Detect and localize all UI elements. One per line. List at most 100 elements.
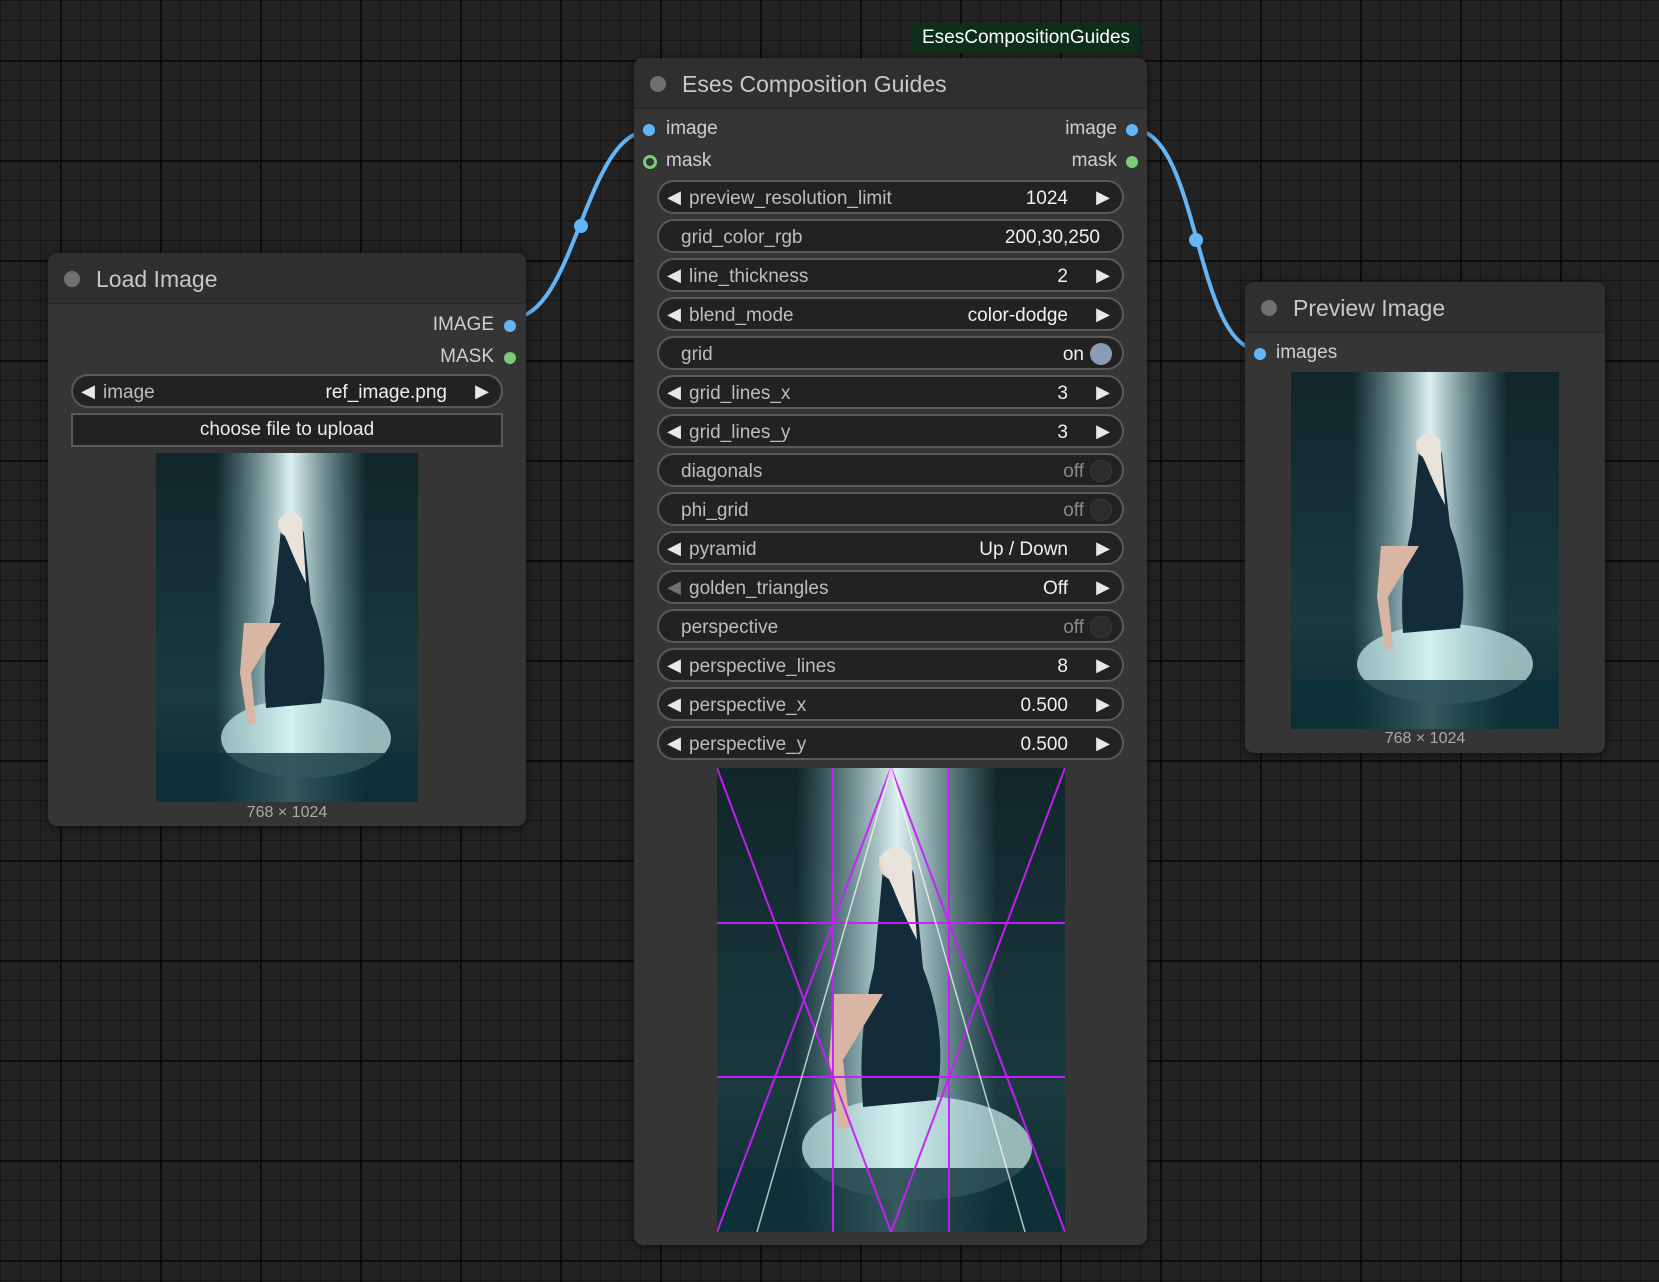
next-arrow-icon[interactable]: ▶ <box>469 376 495 406</box>
widget-value: 3 <box>1057 422 1068 443</box>
output-label: image <box>1065 118 1117 139</box>
widget-golden-triangles[interactable]: ◀ golden_triangles Off ▶ <box>657 570 1124 604</box>
widget-value: color-dodge <box>967 305 1068 326</box>
preview-image-node[interactable]: Preview Image images 768 × 1024 <box>1245 282 1605 753</box>
output-slot-mask[interactable]: MASK <box>326 346 526 370</box>
widget-grid-lines-y[interactable]: ◀ grid_lines_y 3 ▶ <box>657 414 1124 448</box>
widget-label: perspective_lines <box>689 656 836 677</box>
widget-blend-mode[interactable]: ◀ blend_mode color-dodge ▶ <box>657 297 1124 331</box>
input-label: mask <box>666 150 712 171</box>
widget-grid-lines-x[interactable]: ◀ grid_lines_x 3 ▶ <box>657 375 1124 409</box>
widget-value: off <box>1063 500 1084 521</box>
widget-diagonals-toggle[interactable]: diagonals off <box>657 453 1124 487</box>
input-dot-icon[interactable] <box>643 124 655 136</box>
increment-arrow-icon[interactable]: ▶ <box>1090 182 1116 212</box>
widget-label: phi_grid <box>681 500 749 521</box>
image-dimensions: 768 × 1024 <box>246 804 328 821</box>
composition-guides-header[interactable]: Eses Composition Guides <box>634 58 1147 109</box>
link-midpoint-right[interactable] <box>1189 233 1203 247</box>
widget-perspective-y[interactable]: ◀ perspective_y 0.500 ▶ <box>657 726 1124 760</box>
image-file-combo[interactable]: ◀ image ref_image.png ▶ <box>71 374 503 408</box>
collapse-dot-icon[interactable] <box>64 271 80 287</box>
widget-value: ref_image.png <box>325 382 447 403</box>
output-slot-mask[interactable]: mask <box>947 150 1147 174</box>
input-dot-icon[interactable] <box>1254 348 1266 360</box>
widget-line-thickness[interactable]: ◀ line_thickness 2 ▶ <box>657 258 1124 292</box>
guide-preview-image <box>717 768 1065 1232</box>
next-arrow-icon[interactable]: ▶ <box>1090 572 1116 602</box>
widget-grid-color-rgb[interactable]: grid_color_rgb 200,30,250 <box>657 219 1124 253</box>
increment-arrow-icon[interactable]: ▶ <box>1090 650 1116 680</box>
widget-perspective-x[interactable]: ◀ perspective_x 0.500 ▶ <box>657 687 1124 721</box>
output-label: MASK <box>440 346 494 367</box>
output-dot-icon[interactable] <box>1126 156 1138 168</box>
decrement-arrow-icon[interactable]: ◀ <box>661 728 687 758</box>
toggle-knob-icon[interactable] <box>1090 460 1112 482</box>
increment-arrow-icon[interactable]: ▶ <box>1090 416 1116 446</box>
widget-label: grid_lines_y <box>689 422 791 443</box>
increment-arrow-icon[interactable]: ▶ <box>1090 728 1116 758</box>
input-dot-icon[interactable] <box>643 155 657 169</box>
link-guides-to-preview[interactable] <box>1131 127 1261 352</box>
output-label: mask <box>1071 150 1117 171</box>
widget-perspective-lines[interactable]: ◀ perspective_lines 8 ▶ <box>657 648 1124 682</box>
widget-perspective-toggle[interactable]: perspective off <box>657 609 1124 643</box>
input-slot-images[interactable]: images <box>1245 342 1445 366</box>
widget-label: golden_triangles <box>689 578 829 599</box>
output-slot-image[interactable]: image <box>947 118 1147 142</box>
decrement-arrow-icon[interactable]: ◀ <box>661 416 687 446</box>
decrement-arrow-icon[interactable]: ◀ <box>661 260 687 290</box>
increment-arrow-icon[interactable]: ▶ <box>1090 377 1116 407</box>
output-dot-icon[interactable] <box>504 352 516 364</box>
widget-label: grid_lines_x <box>689 383 791 404</box>
increment-arrow-icon[interactable]: ▶ <box>1090 689 1116 719</box>
decrement-arrow-icon[interactable]: ◀ <box>661 377 687 407</box>
prev-arrow-icon[interactable]: ◀ <box>661 533 687 563</box>
preview-image-thumbnail <box>1291 372 1559 729</box>
widget-value: Off <box>1043 578 1068 599</box>
widget-value: on <box>1062 344 1084 365</box>
output-slot-image[interactable]: IMAGE <box>326 314 526 338</box>
node-title: Eses Composition Guides <box>682 71 947 97</box>
input-label: images <box>1276 342 1338 363</box>
prev-arrow-icon[interactable]: ◀ <box>661 299 687 329</box>
next-arrow-icon[interactable]: ▶ <box>1090 533 1116 563</box>
toggle-knob-icon[interactable] <box>1090 343 1112 365</box>
composition-guides-node[interactable]: Eses Composition Guides image mask image… <box>634 58 1147 1245</box>
preview-image-header[interactable]: Preview Image <box>1245 282 1605 333</box>
widget-grid-toggle[interactable]: grid on <box>657 336 1124 370</box>
node-title: Load Image <box>96 266 218 292</box>
link-midpoint-left[interactable] <box>574 219 588 233</box>
upload-button[interactable]: choose file to upload <box>71 413 503 447</box>
decrement-arrow-icon[interactable]: ◀ <box>661 650 687 680</box>
increment-arrow-icon[interactable]: ▶ <box>1090 260 1116 290</box>
widget-pyramid[interactable]: ◀ pyramid Up / Down ▶ <box>657 531 1124 565</box>
link-load-to-guides[interactable] <box>511 129 650 320</box>
widget-phi-grid-toggle[interactable]: phi_grid off <box>657 492 1124 526</box>
widget-value: 2 <box>1057 266 1068 287</box>
toggle-knob-icon[interactable] <box>1090 499 1112 521</box>
next-arrow-icon[interactable]: ▶ <box>1090 299 1116 329</box>
decrement-arrow-icon[interactable]: ◀ <box>661 689 687 719</box>
widget-label: blend_mode <box>689 305 794 326</box>
collapse-dot-icon[interactable] <box>650 76 666 92</box>
collapse-dot-icon[interactable] <box>1261 300 1277 316</box>
input-slot-mask[interactable]: mask <box>634 150 834 174</box>
decrement-arrow-icon[interactable]: ◀ <box>661 182 687 212</box>
widget-label: perspective <box>681 617 779 638</box>
widget-value: 1024 <box>1025 188 1068 209</box>
load-image-header[interactable]: Load Image <box>48 253 526 304</box>
widget-preview-resolution-limit[interactable]: ◀ preview_resolution_limit 1024 ▶ <box>657 180 1124 214</box>
widget-value: 200,30,250 <box>1004 227 1100 248</box>
widget-value: off <box>1063 617 1084 638</box>
prev-arrow-icon[interactable]: ◀ <box>661 572 687 602</box>
output-dot-icon[interactable] <box>1126 124 1138 136</box>
toggle-knob-icon[interactable] <box>1090 616 1112 638</box>
output-dot-icon[interactable] <box>504 320 516 332</box>
prev-arrow-icon[interactable]: ◀ <box>75 376 101 406</box>
input-slot-image[interactable]: image <box>634 118 834 142</box>
load-image-node[interactable]: Load Image IMAGE MASK ◀ image ref_image.… <box>48 253 526 826</box>
node-title: Preview Image <box>1293 295 1446 321</box>
output-label: IMAGE <box>432 314 494 335</box>
widget-value: 8 <box>1057 656 1068 677</box>
